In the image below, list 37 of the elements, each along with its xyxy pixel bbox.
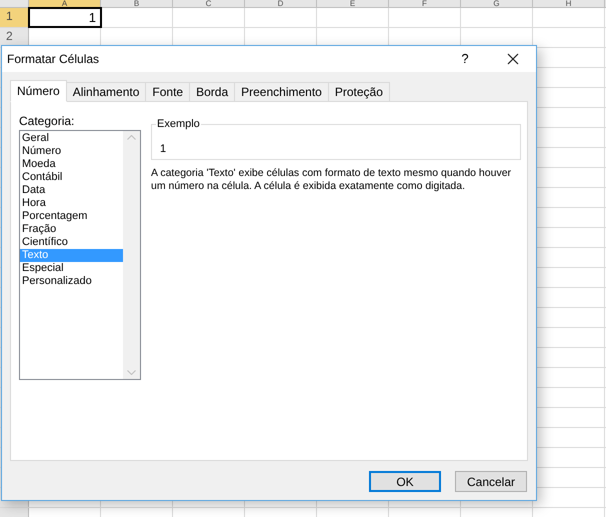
list-item[interactable]: Data [20, 184, 123, 197]
column-header[interactable]: H [533, 0, 605, 7]
dialog-button[interactable]: OK [369, 471, 441, 492]
window-title: Formatar Células [7, 51, 100, 68]
list-item[interactable]: Personalizado [20, 275, 123, 288]
list-item[interactable]: Científico [20, 236, 123, 249]
column-header[interactable]: D [245, 0, 317, 7]
list-item[interactable]: Contábil [20, 171, 123, 184]
list-item[interactable]: Hora [20, 197, 123, 210]
tab[interactable]: Número [10, 80, 67, 102]
list-item[interactable]: Especial [20, 262, 123, 275]
column-header[interactable]: A [29, 0, 101, 7]
list-item[interactable]: Geral [20, 132, 123, 145]
column-header[interactable]: G [461, 0, 533, 7]
column-header[interactable]: F [389, 0, 461, 7]
column-header[interactable]: C [173, 0, 245, 7]
scroll-down-icon [127, 370, 136, 375]
row-header[interactable]: 1 [0, 8, 29, 27]
row-header[interactable]: 2 [0, 28, 29, 47]
column-header[interactable]: B [101, 0, 173, 7]
list-item[interactable]: Porcentagem [20, 210, 123, 223]
help-button[interactable]: ? [450, 49, 480, 69]
sample-value: 1 [160, 143, 166, 155]
tab[interactable]: Proteção [328, 82, 390, 102]
scroll-up-icon [127, 135, 136, 140]
category-list[interactable]: Geral Número Moeda Contábil Data Hora Porcentagem Fração Científico Texto Especial Personalizado [19, 130, 141, 380]
list-item[interactable]: Moeda [20, 158, 123, 171]
list-item[interactable]: Fração [20, 223, 123, 236]
category-label: Categoria: [19, 114, 76, 128]
column-header[interactable]: E [317, 0, 389, 7]
dialog-button[interactable]: Cancelar [455, 471, 527, 492]
list-item[interactable]: Número [20, 145, 123, 158]
close-icon [507, 53, 519, 65]
description-text: A categoria 'Texto' exibe células com formato de texto mesmo quando houver um número na célula. A célula é exibida exatamente como digitada. [151, 167, 512, 193]
scroll-bar[interactable] [123, 131, 140, 379]
table-cell[interactable]: 1 [29, 8, 101, 27]
group-label: Exemplo [156, 117, 201, 131]
